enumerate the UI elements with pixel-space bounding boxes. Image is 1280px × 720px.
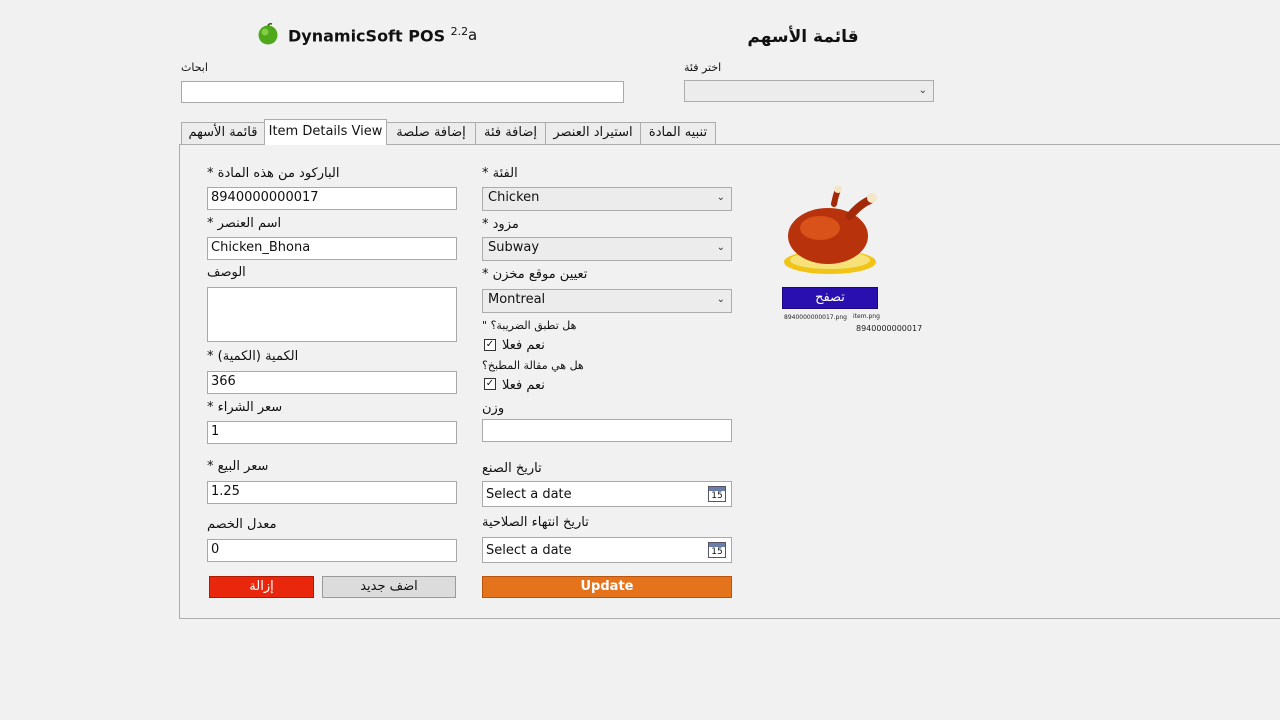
tab-add-sauce[interactable]: إضافة صلصة [386,122,476,144]
manufacture-date-placeholder: Select a date [486,487,572,502]
barcode-label: * الباركود من هذه المادة [207,166,340,181]
sale-price-label: * سعر البيع [207,459,269,474]
item-name-label: * اسم العنصر [207,216,282,231]
search-input[interactable] [181,81,624,103]
tab-item-details[interactable]: Item Details View [264,119,387,145]
supplier-select-value: Subway [488,240,540,255]
expiry-date-label: تاريخ انتهاء الصلاحية [482,515,589,530]
tab-stock-list[interactable]: قائمة الأسهم [181,122,265,144]
quantity-label: * (الكمية (الكمية [207,349,299,364]
weight-input[interactable] [482,419,732,442]
delete-button[interactable]: إزالة [209,576,314,598]
expiry-date-placeholder: Select a date [486,543,572,558]
description-textarea[interactable] [207,287,457,342]
page-title: قائمة الأسهم [747,27,859,47]
tax-question-label: " هل تطبق الضريبة؟ [482,319,577,332]
image-filename-right: item.png [853,313,880,320]
category-select[interactable]: Chicken ⌄ [482,187,732,211]
manufacture-date-label: تاريخ الصنع [482,461,542,476]
add-new-button[interactable]: اضف جديد [322,576,456,598]
tax-checkbox[interactable]: ✓ [484,339,496,351]
search-label: ابحاث [181,61,208,74]
brand-version: 2.2 [450,25,469,38]
brand-name: DynamicSoft POS [288,26,446,46]
tab-import-item[interactable]: استيراد العنصر [545,122,641,144]
category-select-value: Chicken [488,190,540,205]
tab-item-alert[interactable]: تنبيه المادة [640,122,716,144]
kitchen-checkbox[interactable]: ✓ [484,378,496,390]
supplier-label: * مزود [482,217,519,232]
category-filter-select[interactable]: ⌄ [684,80,934,102]
item-image [780,185,880,278]
header-extra-label: a [468,26,478,44]
purchase-price-label: * سعر الشراء [207,400,283,415]
category-filter-label: اختر فئة [684,61,722,74]
chevron-down-icon: ⌄ [716,294,725,305]
store-location-value: Montreal [488,292,546,307]
item-name-input[interactable]: Chicken_Bhona [207,237,457,260]
expiry-date-picker[interactable]: Select a date 15 [482,537,732,563]
kitchen-checkbox-label: نعم فعلا [502,378,545,393]
calendar-icon[interactable]: 15 [708,486,726,502]
image-filename-left: 8940000000017.png [784,314,847,321]
barcode-input[interactable]: 8940000000017 [207,187,457,210]
description-label: الوصف [207,265,246,280]
browse-button[interactable]: تصفح [782,287,878,309]
sale-price-input[interactable]: 1.25 [207,481,457,504]
chevron-down-icon: ⌄ [716,242,725,253]
weight-label: وزن [482,401,505,416]
purchase-price-input[interactable]: 1 [207,421,457,444]
discount-label: معدل الخصم [207,517,277,532]
calendar-icon[interactable]: 15 [708,542,726,558]
update-button[interactable]: Update [482,576,732,598]
app-logo-icon [257,23,279,45]
manufacture-date-picker[interactable]: Select a date 15 [482,481,732,507]
chevron-down-icon: ⌄ [716,192,725,203]
tax-checkbox-label: نعم فعلا [502,338,545,353]
discount-input[interactable]: 0 [207,539,457,562]
image-code: 8940000000017 [856,324,923,333]
tab-add-category[interactable]: إضافة فئة [475,122,546,144]
store-location-select[interactable]: Montreal ⌄ [482,289,732,313]
quantity-input[interactable]: 366 [207,371,457,394]
store-location-label: * تعيين موقع مخزن [482,267,588,282]
chevron-down-icon: ⌄ [918,85,927,96]
app-brand: DynamicSoft POS 2.2 [288,25,468,45]
kitchen-question-label: هل هي مقالة المطبخ؟ [482,359,584,372]
category-label: * الفئة [482,166,518,181]
supplier-select[interactable]: Subway ⌄ [482,237,732,261]
